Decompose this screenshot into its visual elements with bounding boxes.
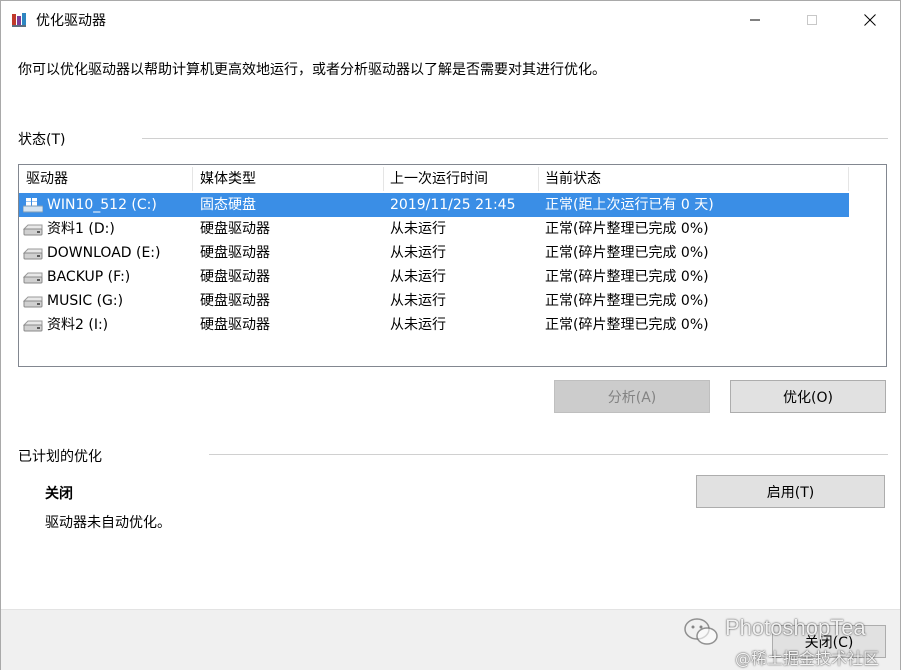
- current-status: 正常(碎片整理已完成 0%): [545, 293, 709, 309]
- drive-name: 资料1 (D:): [47, 221, 115, 237]
- last-run: 从未运行: [390, 221, 446, 237]
- scheduled-section-label: 已计划的优化: [18, 449, 102, 465]
- column-header-drive[interactable]: 驱动器: [19, 165, 68, 193]
- drive-row[interactable]: MUSIC (G:) 硬盘驱动器 从未运行 正常(碎片整理已完成 0%): [19, 289, 849, 313]
- hard-drive-icon: [23, 296, 43, 308]
- media-type: 硬盘驱动器: [200, 245, 270, 261]
- list-header: 驱动器 媒体类型 上一次运行时间 当前状态: [19, 165, 886, 193]
- last-run: 从未运行: [390, 293, 446, 309]
- drive-name: WIN10_512 (C:): [47, 197, 157, 213]
- hard-drive-icon: [23, 272, 43, 284]
- media-type: 硬盘驱动器: [200, 293, 270, 309]
- current-status: 正常(碎片整理已完成 0%): [545, 317, 709, 333]
- maximize-button[interactable]: [789, 1, 835, 39]
- column-header-last-run[interactable]: 上一次运行时间: [383, 165, 488, 193]
- title-bar[interactable]: 优化驱动器: [1, 1, 900, 39]
- enable-button[interactable]: 启用(T): [696, 475, 885, 508]
- current-status: 正常(碎片整理已完成 0%): [545, 269, 709, 285]
- drive-row[interactable]: BACKUP (F:) 硬盘驱动器 从未运行 正常(碎片整理已完成 0%): [19, 265, 849, 289]
- drive-name: BACKUP (F:): [47, 269, 131, 285]
- hard-drive-icon: [23, 320, 43, 332]
- status-separator: [142, 138, 888, 139]
- drive-name: 资料2 (I:): [47, 317, 109, 333]
- description-text: 你可以优化驱动器以帮助计算机更高效地运行，或者分析驱动器以了解是否需要对其进行优…: [18, 62, 606, 78]
- analyze-button[interactable]: 分析(A): [554, 380, 710, 413]
- optimize-drives-window: 优化驱动器 你可以优化驱动器以帮助计算机更高效地运行，或者分析驱动器以了解是否需…: [0, 0, 901, 670]
- window-title: 优化驱动器: [36, 13, 106, 29]
- media-type: 硬盘驱动器: [200, 269, 270, 285]
- schedule-description: 驱动器未自动优化。: [45, 515, 171, 531]
- media-type: 硬盘驱动器: [200, 221, 270, 237]
- close-window-button[interactable]: [847, 1, 893, 39]
- close-button[interactable]: 关闭(C): [772, 625, 886, 658]
- last-run: 2019/11/25 21:45: [390, 197, 516, 213]
- scheduled-separator: [209, 454, 888, 455]
- drives-list[interactable]: 驱动器 媒体类型 上一次运行时间 当前状态 WIN10_512 (C:) 固态硬…: [18, 164, 887, 367]
- defrag-app-icon: [12, 13, 26, 27]
- media-type: 固态硬盘: [200, 197, 256, 213]
- drive-row[interactable]: 资料2 (I:) 硬盘驱动器 从未运行 正常(碎片整理已完成 0%): [19, 313, 849, 337]
- hard-drive-icon: [23, 248, 43, 260]
- drive-name: MUSIC (G:): [47, 293, 124, 309]
- column-divider[interactable]: [848, 167, 849, 191]
- footer-bar: [1, 609, 900, 670]
- hard-drive-icon: [23, 224, 43, 236]
- last-run: 从未运行: [390, 245, 446, 261]
- schedule-status: 关闭: [45, 486, 73, 502]
- column-header-status[interactable]: 当前状态: [538, 165, 601, 193]
- status-section-label: 状态(T): [18, 132, 66, 148]
- column-header-media[interactable]: 媒体类型: [193, 165, 256, 193]
- current-status: 正常(距上次运行已有 0 天): [545, 197, 714, 213]
- minimize-button[interactable]: [732, 1, 778, 39]
- media-type: 硬盘驱动器: [200, 317, 270, 333]
- maximize-icon: [807, 15, 817, 25]
- minimize-icon: [750, 19, 760, 21]
- windows-drive-icon: [23, 198, 43, 213]
- current-status: 正常(碎片整理已完成 0%): [545, 221, 709, 237]
- drive-row[interactable]: DOWNLOAD (E:) 硬盘驱动器 从未运行 正常(碎片整理已完成 0%): [19, 241, 849, 265]
- current-status: 正常(碎片整理已完成 0%): [545, 245, 709, 261]
- optimize-button[interactable]: 优化(O): [730, 380, 886, 413]
- close-icon: [864, 14, 876, 26]
- drive-name: DOWNLOAD (E:): [47, 245, 161, 261]
- drive-row[interactable]: 资料1 (D:) 硬盘驱动器 从未运行 正常(碎片整理已完成 0%): [19, 217, 849, 241]
- last-run: 从未运行: [390, 269, 446, 285]
- drive-row[interactable]: WIN10_512 (C:) 固态硬盘 2019/11/25 21:45 正常(…: [19, 193, 849, 217]
- last-run: 从未运行: [390, 317, 446, 333]
